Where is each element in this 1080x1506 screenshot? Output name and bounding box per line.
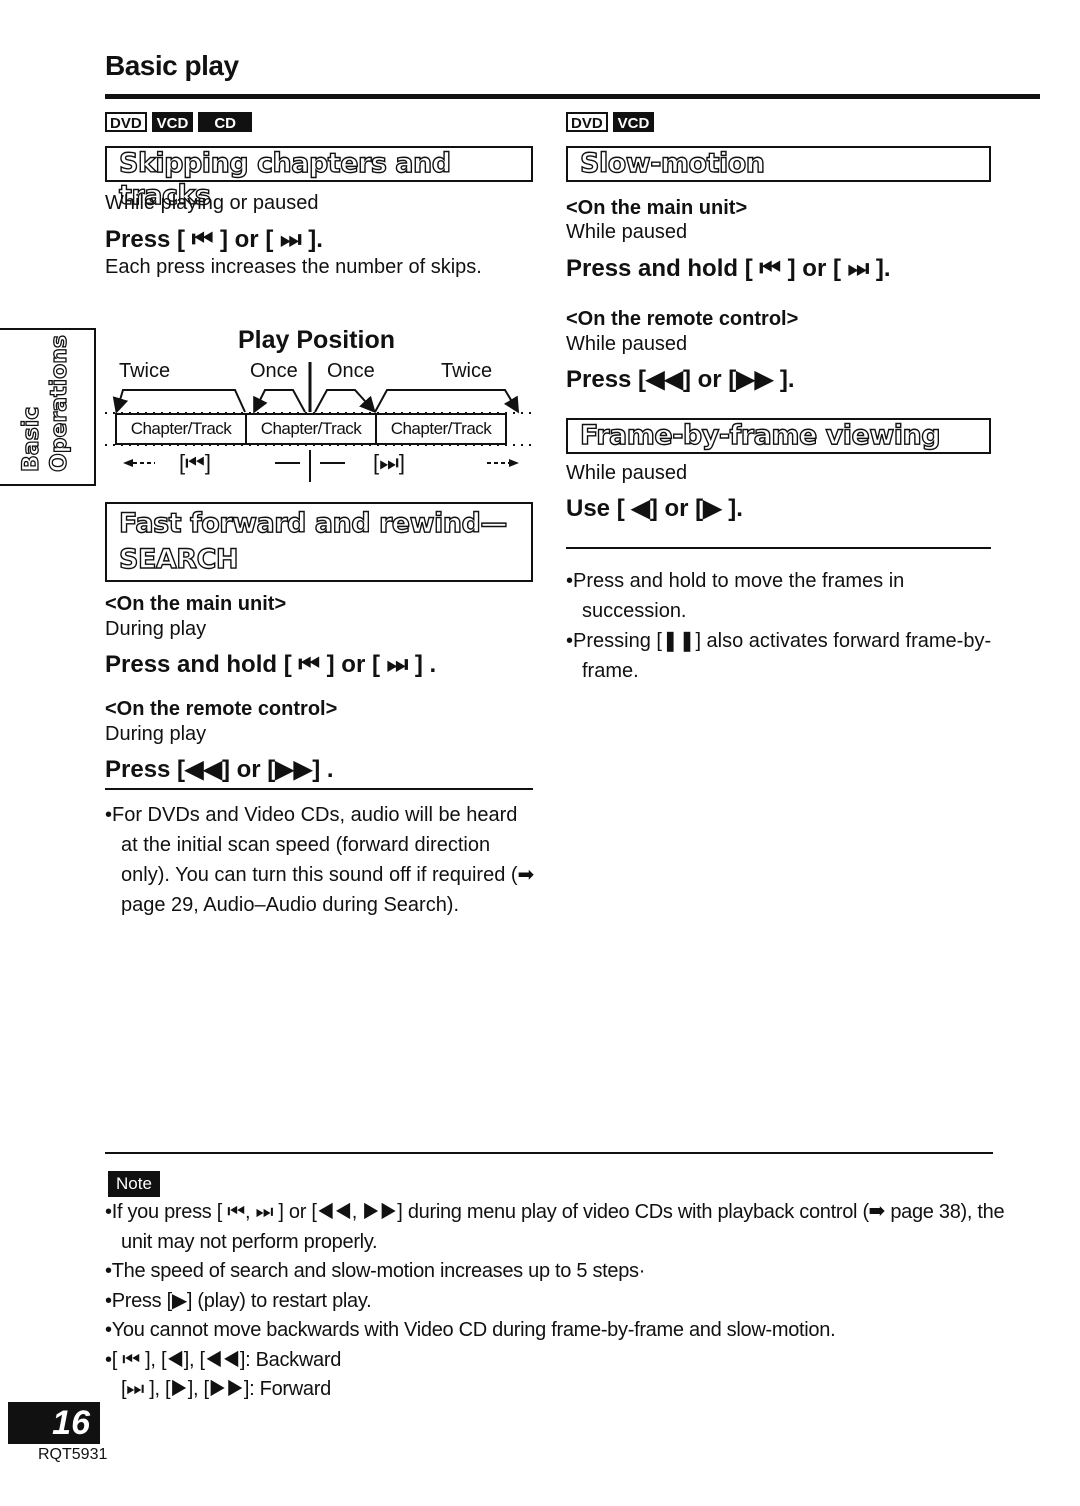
search-main-unit-label: <On the main unit>: [105, 593, 287, 615]
note-item: [⏭ ], [▶], [▶▶]: Forward: [121, 1378, 331, 1400]
note-item: •You cannot move backwards with Video CD…: [105, 1319, 836, 1341]
search-remote-condition: During play: [105, 723, 207, 745]
search-remote-label: <On the remote control>: [105, 698, 338, 720]
search-main-unit-command: Press and hold [ ⏮ ] or [ ⏭ ] .: [105, 651, 437, 678]
search-main-unit-condition: During play: [105, 618, 207, 640]
track-current: Chapter/Track: [245, 413, 377, 445]
search-rule: [105, 788, 533, 790]
track-row: Chapter/Track Chapter/Track Chapter/Trac…: [115, 413, 507, 445]
model-code: RQT5931: [38, 1446, 108, 1463]
skip-command: Press [ ⏮ ] or [ ⏭ ].: [105, 226, 323, 253]
skip-forward-button-label: [⏭]: [373, 450, 406, 475]
search-heading-line2: SEARCH: [118, 543, 239, 575]
slow-heading-box: Slow-motion: [566, 146, 991, 182]
badge-vcd: VCD: [151, 112, 194, 132]
note-item: •[ ⏮ ], [◀], [◀◀]: Backward: [105, 1348, 342, 1371]
track-previous: Chapter/Track: [115, 413, 247, 445]
slow-main-unit-label: <On the main unit>: [566, 197, 748, 219]
slow-remote-condition: While paused: [566, 333, 688, 355]
slow-heading: Slow-motion: [579, 147, 765, 179]
page-number: 16: [8, 1402, 100, 1444]
frame-heading: Frame-by-frame viewing: [579, 419, 941, 451]
note-rule: [105, 1152, 993, 1154]
play-position-diagram: Play Position Twice Once Once Twice Chap…: [105, 322, 540, 482]
page-title: Basic play: [105, 50, 239, 81]
frame-command: Use [ ◀] or [▶ ].: [566, 495, 743, 522]
skip-heading-box: Skipping chapters and tracks: [105, 146, 533, 212]
side-tab: Basic Operations: [0, 328, 96, 486]
frame-note-item: •Pressing [❚❚] also activates forward fr…: [566, 630, 992, 682]
frame-notes: •Press and hold to move the frames in su…: [566, 566, 996, 686]
skip-arrows: [105, 362, 535, 482]
slow-main-unit-condition: While paused: [566, 221, 688, 243]
frame-heading-box: Frame-by-frame viewing: [566, 418, 991, 454]
arrow-twice-forward: [374, 389, 520, 414]
badge-dvd: DVD: [105, 112, 147, 132]
slow-remote-label: <On the remote control>: [566, 308, 799, 330]
side-tab-line2: Operations: [46, 334, 72, 472]
search-heading-box: Fast forward and rewind— SEARCH: [105, 502, 533, 582]
search-heading-line1: Fast forward and rewind—: [118, 507, 508, 539]
note-item: •Press [▶] (play) to restart play.: [105, 1289, 372, 1312]
search-note-item: •For DVDs and Video CDs, audio will be h…: [105, 804, 535, 916]
note-label: Note: [108, 1171, 160, 1197]
side-tab-line1: Basic: [18, 406, 44, 473]
arrow-once-back: [253, 389, 306, 414]
track-next: Chapter/Track: [375, 413, 507, 445]
badge-cd: CD: [198, 112, 253, 132]
skip-condition: While playing or paused: [105, 192, 319, 214]
search-notes: •For DVDs and Video CDs, audio will be h…: [105, 800, 535, 920]
search-remote-command: Press [◀◀] or [▶▶] .: [105, 756, 334, 783]
slow-main-unit-command: Press and hold [ ⏮ ] or [ ⏭ ].: [566, 255, 891, 282]
note-item: •The speed of search and slow-motion inc…: [105, 1260, 646, 1282]
slow-disc-badges: DVD VCD: [566, 112, 655, 132]
skip-back-button-label: [⏮]: [179, 450, 212, 475]
arrow-twice-back: [112, 389, 246, 414]
badge-dvd: DVD: [566, 112, 608, 132]
badge-vcd: VCD: [612, 112, 655, 132]
skip-note: Each press increases the number of skips…: [105, 256, 482, 278]
title-rule: [105, 94, 1040, 99]
arrow-once-forward: [314, 389, 376, 413]
note-item: •If you press [ ⏮, ⏭ ] or [◀◀, ▶▶] durin…: [105, 1201, 1005, 1253]
skip-disc-badges: DVD VCD CD: [105, 112, 253, 132]
frame-condition: While paused: [566, 462, 688, 484]
frame-note-item: •Press and hold to move the frames in su…: [566, 570, 905, 622]
note-list: •If you press [ ⏮, ⏭ ] or [◀◀, ▶▶] durin…: [105, 1198, 1005, 1405]
slow-remote-command: Press [◀◀] or [▶▶ ].: [566, 366, 795, 393]
frame-rule: [566, 547, 991, 549]
